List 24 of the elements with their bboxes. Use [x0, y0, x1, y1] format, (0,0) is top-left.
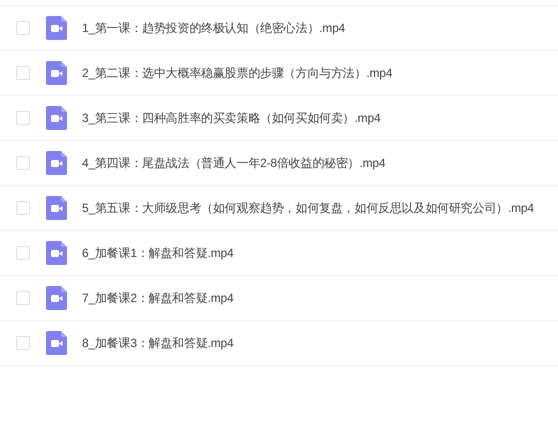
video-file-icon — [46, 331, 67, 355]
file-name[interactable]: 3_第三课：四种高胜率的买卖策略（如何买如何卖）.mp4 — [82, 110, 380, 126]
video-file-icon — [46, 61, 67, 85]
video-file-icon — [46, 241, 67, 265]
file-name[interactable]: 6_加餐课1：解盘和答疑.mp4 — [82, 244, 234, 262]
video-file-icon — [46, 151, 67, 175]
video-file-icon — [46, 286, 67, 310]
file-name[interactable]: 2_第二课：选中大概率稳赢股票的步骤（方向与方法）.mp4 — [82, 64, 392, 82]
checkbox[interactable] — [16, 21, 30, 35]
file-name[interactable]: 1_第一课：趋势投资的终极认知（绝密心法）.mp4 — [82, 20, 346, 36]
checkbox[interactable] — [16, 201, 30, 215]
file-name[interactable]: 5_第五课：大师级思考（如何观察趋势，如何复盘，如何反思以及如何研究公司）.mp4 — [82, 200, 534, 216]
video-file-icon — [46, 196, 67, 220]
video-file-icon — [46, 16, 67, 40]
file-name[interactable]: 4_第四课：尾盘战法（普通人一年2-8倍收益的秘密）.mp4 — [82, 154, 386, 172]
checkbox[interactable] — [16, 246, 30, 260]
checkbox[interactable] — [16, 336, 30, 350]
file-name[interactable]: 7_加餐课2：解盘和答疑.mp4 — [82, 290, 234, 306]
checkbox[interactable] — [16, 291, 30, 305]
checkbox[interactable] — [16, 111, 30, 125]
file-name[interactable]: 8_加餐课3：解盘和答疑.mp4 — [82, 334, 234, 352]
video-file-icon — [46, 106, 67, 130]
checkbox[interactable] — [16, 66, 30, 80]
checkbox[interactable] — [16, 156, 30, 170]
